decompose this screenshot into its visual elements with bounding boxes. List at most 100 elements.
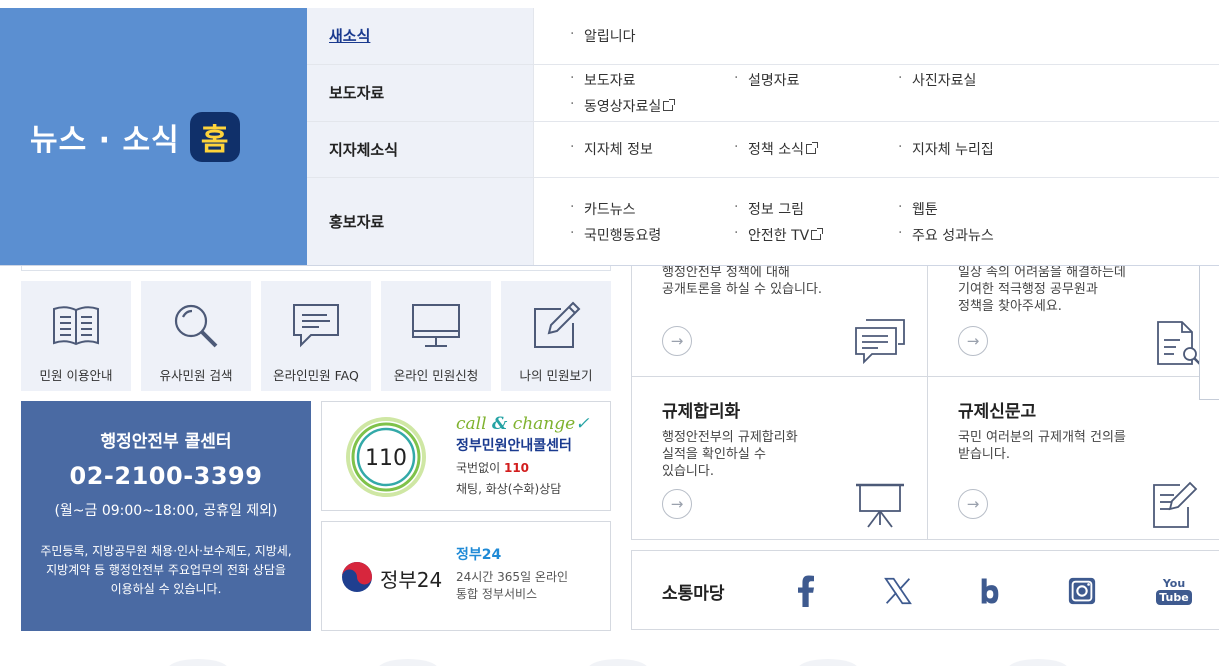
discussion-icon bbox=[855, 319, 905, 365]
document-edit-icon bbox=[1153, 481, 1198, 528]
external-link-icon bbox=[811, 227, 824, 240]
social-title: 소통마당 bbox=[662, 584, 725, 604]
line1-prefix: 국번없이 bbox=[456, 461, 504, 475]
blog-icon[interactable] bbox=[972, 573, 1008, 609]
logo-110-number: 110 bbox=[365, 446, 407, 471]
edit-icon bbox=[534, 301, 581, 348]
page: 뉴스 · 소식 홈 새소식 알립니다 보도자료 보도자료 설명자료 사진자료실 … bbox=[0, 0, 1219, 666]
menu-category-promo[interactable]: 홍보자료 bbox=[307, 178, 534, 265]
taegeuk-icon bbox=[342, 562, 372, 592]
menu-items: 보도자료 설명자료 사진자료실 동영상자료실 bbox=[534, 65, 1219, 121]
call-110-card[interactable]: 110 call & change✓ 정부민원안내콜센터 국번없이 110 채팅… bbox=[321, 401, 611, 511]
menu-items: 카드뉴스 정보 그림 웹툰 국민행동요령 안전한 TV 주요 성과뉴스 bbox=[534, 178, 1219, 265]
menu-hero: 뉴스 · 소식 홈 bbox=[0, 8, 307, 265]
quick-link-label: 민원 이용안내 bbox=[39, 368, 113, 383]
quick-link-label: 온라인 민원신청 bbox=[393, 368, 479, 383]
call-center-title: 행정안전부 콜센터 bbox=[100, 432, 232, 452]
menu-item-local-info[interactable]: 지자체 정보 bbox=[568, 136, 732, 162]
menu-item-achievements[interactable]: 주요 성과뉴스 bbox=[896, 222, 1060, 248]
gov24-line1: 24시간 365일 온라인 bbox=[456, 570, 569, 584]
desc-line: 정책을 찾아주세요. bbox=[958, 299, 1062, 314]
brand-amp: & bbox=[491, 414, 508, 434]
menu-row-local: 지자체소식 지자체 정보 정책 소식 지자체 누리집 bbox=[307, 121, 1219, 179]
gov24-card[interactable]: 정부24 정부24 24시간 365일 온라인 통합 정부서비스 bbox=[321, 521, 611, 631]
side-floating-panel[interactable] bbox=[1199, 262, 1219, 400]
menu-items: 지자체 정보 정책 소식 지자체 누리집 bbox=[534, 122, 1219, 178]
quick-link-faq[interactable]: 온라인민원 FAQ bbox=[261, 281, 371, 391]
social-bar: 소통마당 You Tube bbox=[631, 550, 1219, 630]
regulation-title: 규제합리화 bbox=[662, 402, 741, 422]
desc-line: 행정안전부 정책에 대해 bbox=[662, 265, 790, 280]
book-icon bbox=[53, 306, 99, 346]
service-cell-forum[interactable]: 행정안전부 정책에 대해 공개토론을 하실 수 있습니다. → bbox=[632, 264, 927, 376]
regulation-desc: 행정안전부의 규제합리화 실적을 확인하실 수 있습니다. bbox=[662, 429, 798, 480]
external-link-icon bbox=[805, 142, 818, 155]
call-center-desc: 주민등록, 지방공무원 채용·인사·보수제도, 지방세, 지방계약 등 행정안전… bbox=[40, 544, 292, 596]
quick-link-label: 나의 민원보기 bbox=[519, 368, 593, 383]
desc-line: 국민 여러분의 규제개혁 건의를 bbox=[958, 430, 1126, 445]
gov24-text: 정부24 24시간 365일 온라인 통합 정부서비스 bbox=[456, 544, 568, 603]
menu-item-video-wrap[interactable]: 동영상자료실 bbox=[568, 93, 732, 119]
desc-line: 있습니다. bbox=[662, 464, 714, 479]
menu-item-safety-guide[interactable]: 국민행동요령 bbox=[568, 222, 732, 248]
quick-link-my[interactable]: 나의 민원보기 bbox=[501, 281, 611, 391]
brand-change: change bbox=[507, 414, 576, 434]
youtube-you: You bbox=[1162, 576, 1186, 590]
menu-item-safe-tv: 안전한 TV bbox=[748, 227, 810, 244]
menu-category-local[interactable]: 지자체소식 bbox=[307, 121, 534, 178]
menu-item-local-site[interactable]: 지자체 누리집 bbox=[896, 136, 1060, 162]
arrow-right-icon[interactable]: → bbox=[958, 326, 988, 356]
sinmungo-title: 규제신문고 bbox=[958, 402, 1037, 422]
sinmungo-desc: 국민 여러분의 규제개혁 건의를 받습니다. bbox=[958, 429, 1126, 463]
youtube-icon[interactable]: You Tube bbox=[1156, 573, 1192, 609]
monitor-icon bbox=[412, 304, 460, 347]
menu-item-press-release[interactable]: 보도자료 bbox=[568, 67, 732, 93]
menu-item-policy: 정책 소식 bbox=[748, 142, 804, 159]
menu-item-explanation[interactable]: 설명자료 bbox=[732, 67, 896, 93]
forum-desc: 행정안전부 정책에 대해 공개토론을 하실 수 있습니다. bbox=[662, 264, 822, 298]
desc-line: 일상 속의 어려움을 해결하는데 bbox=[958, 265, 1126, 280]
menu-row-promo: 홍보자료 카드뉴스 정보 그림 웹툰 국민행동요령 안전한 TV 주요 성과뉴스 bbox=[307, 178, 1219, 265]
call-center-hours: (월~금 09:00~18:00, 공휴일 제외) bbox=[54, 503, 278, 519]
footer-decoration bbox=[0, 655, 1219, 666]
menu-item-cardnews[interactable]: 카드뉴스 bbox=[568, 196, 732, 222]
quick-link-label: 온라인민원 FAQ bbox=[273, 368, 359, 383]
quick-link-apply[interactable]: 온라인 민원신청 bbox=[381, 281, 491, 391]
line1-number: 110 bbox=[503, 461, 530, 475]
menu-item-infographic[interactable]: 정보 그림 bbox=[732, 196, 896, 222]
service-cell-proactive[interactable]: 일상 속의 어려움을 해결하는데 기여한 적극행정 공무원과 정책을 찾아주세요… bbox=[927, 264, 1219, 376]
arrow-right-icon[interactable]: → bbox=[958, 489, 988, 519]
desc-line: 행정안전부의 규제합리화 bbox=[662, 430, 798, 445]
call-change-brand: call & change✓ bbox=[456, 414, 590, 434]
instagram-icon[interactable] bbox=[1064, 573, 1100, 609]
youtube-tube: Tube bbox=[1156, 589, 1192, 605]
menu-item-photo[interactable]: 사진자료실 bbox=[896, 67, 1060, 93]
news-mega-menu: 뉴스 · 소식 홈 새소식 알립니다 보도자료 보도자료 설명자료 사진자료실 … bbox=[0, 8, 1219, 266]
quick-link-search[interactable]: 유사민원 검색 bbox=[141, 281, 251, 391]
menu-item-notice[interactable]: 알립니다 bbox=[568, 23, 732, 49]
call-110-text: call & change✓ 정부민원안내콜센터 국번없이 110 채팅, 화상… bbox=[456, 414, 589, 497]
magnifier-icon bbox=[174, 304, 218, 348]
menu-item-webtoon[interactable]: 웹툰 bbox=[896, 196, 1060, 222]
menu-items: 알립니다 bbox=[534, 8, 1219, 64]
menu-item-safe-tv-wrap[interactable]: 안전한 TV bbox=[732, 222, 896, 248]
call-110-name: 정부민원안내콜센터 bbox=[456, 438, 572, 454]
quick-link-guide[interactable]: 민원 이용안내 bbox=[21, 281, 131, 391]
menu-category-press[interactable]: 보도자료 bbox=[307, 64, 534, 121]
menu-body: 새소식 알립니다 보도자료 보도자료 설명자료 사진자료실 동영상자료실 지자체… bbox=[307, 8, 1219, 265]
presentation-board-icon bbox=[856, 483, 904, 528]
proactive-desc: 일상 속의 어려움을 해결하는데 기여한 적극행정 공무원과 정책을 찾아주세요… bbox=[958, 264, 1126, 315]
x-icon[interactable] bbox=[880, 573, 916, 609]
desc-line: 받습니다. bbox=[958, 447, 1010, 462]
service-cell-regulation[interactable]: 규제합리화 행정안전부의 규제합리화 실적을 확인하실 수 있습니다. → bbox=[632, 376, 927, 540]
service-cell-sinmungo[interactable]: 규제신문고 국민 여러분의 규제개혁 건의를 받습니다. → bbox=[927, 376, 1219, 540]
call-center-phone[interactable]: 02-2100-3399 bbox=[21, 462, 311, 490]
arrow-right-icon[interactable]: → bbox=[662, 326, 692, 356]
menu-item-policy-wrap[interactable]: 정책 소식 bbox=[732, 136, 896, 162]
call-center-box: 행정안전부 콜센터 02-2100-3399 (월~금 09:00~18:00,… bbox=[21, 401, 311, 631]
arrow-right-icon[interactable]: → bbox=[662, 489, 692, 519]
menu-category-news[interactable]: 새소식 bbox=[307, 8, 534, 64]
civil-quick-links: 민원 이용안내 유사민원 검색 온라인민원 FAQ 온라인 민원신청 나의 민원… bbox=[21, 281, 611, 391]
menu-home-badge[interactable]: 홈 bbox=[189, 111, 240, 162]
facebook-icon[interactable] bbox=[788, 573, 824, 609]
